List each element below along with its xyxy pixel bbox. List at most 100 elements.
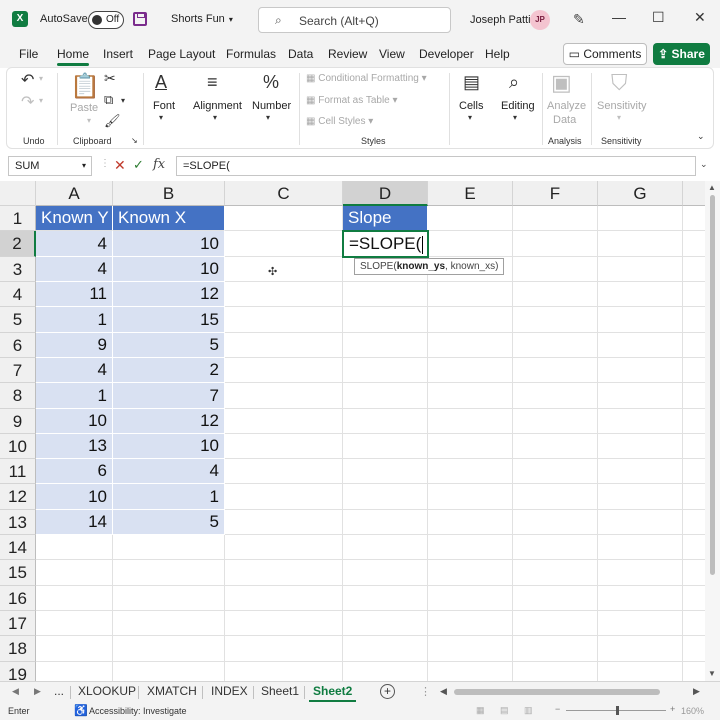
empty-cell[interactable]	[225, 510, 343, 535]
editing-label[interactable]: Editing	[501, 100, 535, 112]
analyze-data-label[interactable]: Analyze	[547, 100, 586, 112]
row-header-5[interactable]: 5	[0, 307, 36, 333]
redo-icon[interactable]: ↷	[21, 92, 34, 112]
empty-cell[interactable]	[683, 611, 705, 636]
cut-icon[interactable]: ✂	[104, 70, 116, 87]
empty-cell[interactable]	[598, 510, 683, 535]
page-break-view-icon[interactable]: ▥	[524, 705, 533, 716]
scroll-up-icon[interactable]: ▲	[708, 183, 716, 192]
empty-cell[interactable]	[225, 535, 343, 560]
empty-cell[interactable]	[343, 535, 428, 560]
empty-cell[interactable]	[598, 257, 683, 282]
empty-cell[interactable]	[513, 510, 598, 535]
font-icon[interactable]: A	[155, 72, 167, 93]
cell-a11[interactable]: 6	[36, 459, 113, 484]
empty-cell[interactable]	[513, 307, 598, 333]
empty-cell[interactable]	[225, 459, 343, 484]
cell-styles-button[interactable]: ▦ Cell Styles ▾	[306, 116, 373, 127]
empty-cell[interactable]	[513, 636, 598, 662]
share-button[interactable]: ⇪ Share	[653, 43, 710, 65]
tab-home[interactable]: Home	[57, 47, 90, 66]
normal-view-icon[interactable]: ▦	[476, 705, 485, 716]
cell-b8[interactable]: 7	[113, 383, 225, 409]
empty-cell[interactable]	[343, 358, 428, 383]
conditional-formatting-button[interactable]: ▦ Conditional Formatting ▾	[306, 73, 427, 84]
empty-cell[interactable]	[598, 636, 683, 662]
cancel-icon[interactable]: ✕	[114, 157, 126, 174]
empty-cell[interactable]	[343, 383, 428, 409]
empty-cell[interactable]	[225, 434, 343, 459]
column-header-b[interactable]: B	[113, 181, 225, 206]
sensitivity-icon[interactable]: ⛉	[611, 70, 628, 96]
row-header-1[interactable]: 1	[0, 206, 36, 231]
row-header-4[interactable]: 4	[0, 282, 36, 307]
cell-b7[interactable]: 2	[113, 358, 225, 383]
row-header-15[interactable]: 15	[0, 560, 36, 586]
empty-cell[interactable]	[598, 484, 683, 510]
empty-cell[interactable]	[683, 231, 705, 257]
empty-cell[interactable]	[598, 333, 683, 358]
row-header-11[interactable]: 11	[0, 459, 36, 484]
empty-cell[interactable]	[683, 484, 705, 510]
cell-b3[interactable]: 10	[113, 257, 225, 282]
empty-cell[interactable]	[428, 484, 513, 510]
vertical-scroll-thumb[interactable]	[710, 195, 715, 575]
empty-cell[interactable]	[343, 560, 428, 586]
empty-cell[interactable]	[683, 434, 705, 459]
expand-formula-bar-icon[interactable]: ⌄	[700, 159, 708, 170]
cell-a8[interactable]: 1	[36, 383, 113, 409]
empty-cell[interactable]	[598, 560, 683, 586]
empty-cell[interactable]	[598, 586, 683, 611]
empty-cell[interactable]	[428, 434, 513, 459]
empty-cell[interactable]	[428, 383, 513, 409]
chevron-down-icon[interactable]: ▾	[39, 74, 43, 83]
empty-cell[interactable]	[683, 560, 705, 586]
empty-cell[interactable]	[683, 257, 705, 282]
dialog-launcher-icon[interactable]: ↘	[131, 136, 138, 145]
empty-cell[interactable]	[428, 231, 513, 257]
alignment-icon[interactable]: ≡	[207, 72, 218, 93]
empty-cell[interactable]	[683, 282, 705, 307]
worksheet-grid[interactable]: A B C D E F G 1 2 3 4 5 6 7 8 9 10 11 12…	[0, 181, 705, 681]
empty-cell[interactable]	[428, 409, 513, 434]
empty-cell[interactable]	[598, 358, 683, 383]
tab-developer[interactable]: Developer	[419, 47, 474, 61]
empty-cell[interactable]	[513, 611, 598, 636]
cell-a6[interactable]: 9	[36, 333, 113, 358]
empty-cell[interactable]	[225, 257, 343, 282]
sensitivity-label[interactable]: Sensitivity	[597, 100, 647, 112]
cell-b4[interactable]: 12	[113, 282, 225, 307]
empty-cell[interactable]	[598, 282, 683, 307]
empty-cell[interactable]	[343, 333, 428, 358]
empty-cell[interactable]	[513, 434, 598, 459]
empty-cell[interactable]	[598, 459, 683, 484]
sheet-tab-xlookup[interactable]: XLOOKUP	[78, 684, 136, 698]
empty-cell[interactable]	[225, 358, 343, 383]
accessibility-icon[interactable]: ♿	[74, 704, 88, 717]
empty-cell[interactable]	[428, 510, 513, 535]
row-header-18[interactable]: 18	[0, 636, 36, 662]
drag-handle-icon[interactable]: ⋮	[420, 685, 431, 698]
cell-a5[interactable]: 1	[36, 307, 113, 333]
pen-icon[interactable]: ✎	[573, 11, 585, 28]
cell-a10[interactable]: 13	[36, 434, 113, 459]
empty-cell[interactable]	[598, 434, 683, 459]
empty-cell[interactable]	[113, 636, 225, 662]
empty-cell[interactable]	[683, 307, 705, 333]
maximize-icon[interactable]: ☐	[652, 9, 665, 26]
row-header-3[interactable]: 3	[0, 257, 36, 282]
row-header-6[interactable]: 6	[0, 333, 36, 358]
empty-cell[interactable]	[513, 282, 598, 307]
number-label[interactable]: Number	[252, 100, 291, 112]
column-header-a[interactable]: A	[36, 181, 113, 206]
chevron-down-icon[interactable]: ▾	[468, 113, 472, 122]
empty-cell[interactable]	[225, 333, 343, 358]
empty-cell[interactable]	[428, 333, 513, 358]
column-header-g[interactable]: G	[598, 181, 683, 206]
empty-cell[interactable]	[113, 586, 225, 611]
empty-cell[interactable]	[428, 636, 513, 662]
sheet-overflow[interactable]: ...	[54, 684, 64, 698]
drag-handle-icon[interactable]: ⋮	[100, 158, 110, 169]
cell-d1[interactable]: Slope	[343, 206, 428, 231]
function-tooltip[interactable]: SLOPE(known_ys, known_xs)	[354, 258, 505, 275]
